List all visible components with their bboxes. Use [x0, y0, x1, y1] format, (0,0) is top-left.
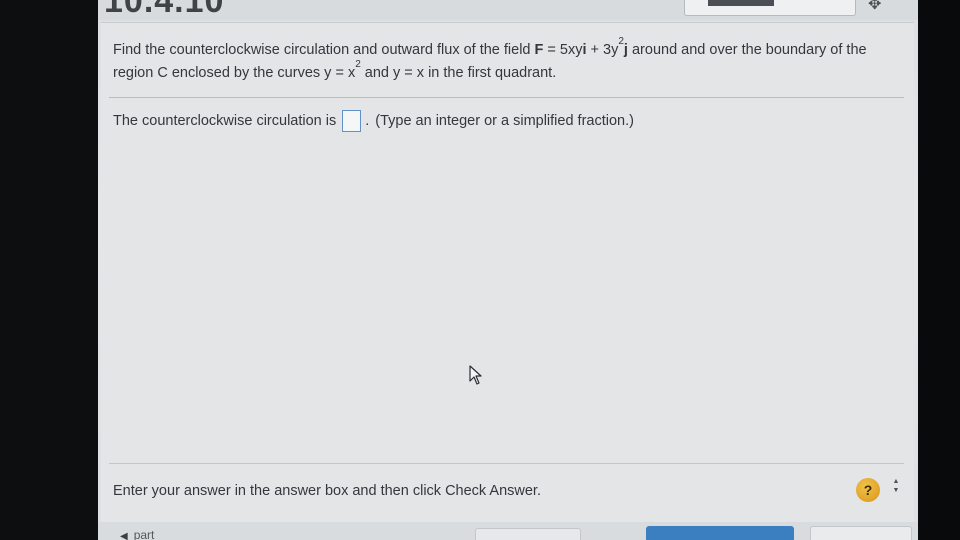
question-text: Find the counterclockwise circulation an… — [113, 36, 903, 85]
section-title: 10.4.10 — [104, 0, 225, 20]
answer-input[interactable] — [342, 110, 362, 132]
question-part: + 3y — [586, 42, 619, 58]
question-part: = 5xy — [543, 42, 583, 58]
top-dark-tab[interactable] — [708, 0, 774, 6]
footer-divider — [109, 463, 904, 464]
next-button[interactable] — [810, 526, 912, 540]
exponent: 2 — [355, 59, 361, 70]
answer-row: The counterclockwise circulation is . (T… — [113, 110, 634, 132]
scroll-arrows[interactable]: ▲ ▼ — [891, 477, 901, 495]
part-navigation[interactable]: ◀ part — [120, 528, 154, 540]
top-menu-icon[interactable]: ✥ — [868, 0, 881, 14]
answer-hint: (Type an integer or a simplified fractio… — [375, 113, 634, 129]
scroll-up-icon[interactable]: ▲ — [891, 477, 901, 486]
question-panel: Find the counterclockwise circulation an… — [101, 22, 914, 523]
monitor-bezel — [918, 0, 960, 540]
check-answer-button[interactable] — [646, 526, 794, 540]
instruction-text: Enter your answer in the answer box and … — [113, 483, 541, 499]
browser-screen: 10.4.10 ✥ Find the counterclockwise circ… — [98, 0, 918, 540]
question-divider — [109, 97, 904, 98]
left-arrow-icon[interactable]: ◀ — [120, 531, 128, 540]
question-part: and y = x in the first quadrant. — [360, 65, 557, 81]
help-button[interactable]: ? — [856, 478, 880, 502]
part-nav-label[interactable]: part — [134, 528, 155, 540]
scroll-down-icon[interactable]: ▼ — [891, 486, 901, 495]
exponent: 2 — [618, 36, 624, 47]
mouse-pointer-icon — [469, 365, 482, 385]
answer-label: The counterclockwise circulation is — [113, 113, 337, 129]
answer-period: . — [365, 113, 370, 129]
secondary-button[interactable] — [475, 528, 581, 540]
question-part: Find the counterclockwise circulation an… — [113, 42, 535, 58]
